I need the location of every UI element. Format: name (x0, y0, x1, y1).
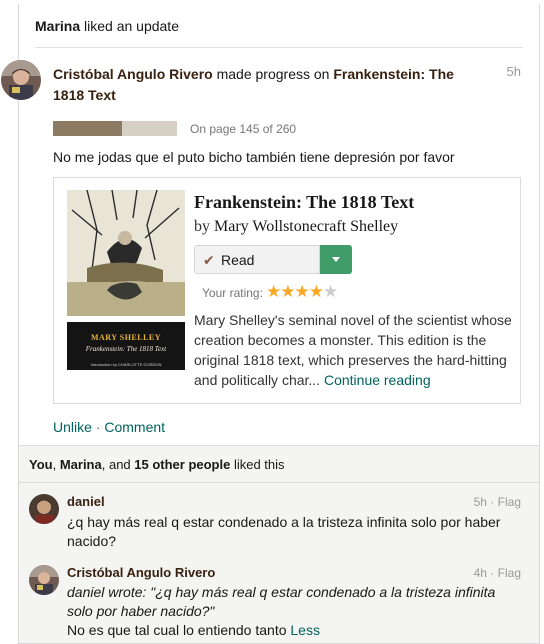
commenter-avatar[interactable] (29, 565, 59, 595)
comment-meta: 4h · Flag (474, 566, 521, 580)
book-author-line: by Mary Wollstonecraft Shelley (194, 218, 398, 236)
update-actions: Unlike · Comment (53, 419, 165, 435)
flag-link[interactable]: Flag (498, 495, 521, 509)
action-separator: · (91, 419, 105, 435)
divider (19, 482, 539, 483)
cover-author-text: MARY SHELLEY (90, 333, 162, 342)
book-title[interactable]: Frankenstein: The 1818 Text (194, 192, 414, 213)
meta-separator: · (486, 566, 498, 580)
check-icon: ✔ (203, 252, 215, 268)
progress-text: On page 145 of 260 (190, 122, 297, 136)
star-icon[interactable]: ★ (323, 282, 338, 301)
rating-stars[interactable]: ★★★★★ (266, 282, 338, 302)
update-timestamp[interactable]: 5h (507, 64, 521, 79)
likes-suffix: liked this (230, 457, 285, 472)
reading-progress-fill (53, 121, 123, 136)
likes-you[interactable]: You (29, 457, 53, 472)
status-text: No me jodas que el puto bicho también ti… (53, 149, 455, 165)
progress-update-line: Cristóbal Angulo Rivero made progress on… (53, 64, 473, 106)
comment-author-link[interactable]: Cristóbal Angulo Rivero (67, 565, 215, 580)
shelf-status-label: Read (221, 252, 255, 268)
cover-title-text: Frankenstein: The 1818 Text (85, 345, 167, 353)
likes-others-link[interactable]: 15 other people (134, 457, 230, 472)
likes-marina[interactable]: Marina (60, 457, 102, 472)
divider (35, 47, 523, 48)
star-icon[interactable]: ★ (266, 282, 281, 301)
star-icon[interactable]: ★ (295, 282, 310, 301)
star-icon[interactable]: ★ (309, 282, 324, 301)
actor-name-link[interactable]: Cristóbal Angulo Rivero (53, 66, 213, 82)
unlike-link[interactable]: Unlike (53, 419, 92, 435)
book-author-link[interactable]: Mary Wollstonecraft Shelley (214, 218, 398, 235)
book-description: Mary Shelley's seminal novel of the scie… (194, 310, 514, 390)
book-preview-box: MARY SHELLEY Frankenstein: The 1818 Text… (53, 177, 521, 404)
comment-time[interactable]: 4h (474, 566, 487, 580)
update-verb: made progress on (212, 66, 334, 82)
book-author-by: by (194, 218, 214, 235)
comment-time[interactable]: 5h (474, 495, 487, 509)
shelf-status-button[interactable]: ✔ Read (194, 245, 320, 274)
liker-name[interactable]: Marina (35, 18, 80, 34)
shelf-dropdown-button[interactable] (320, 245, 352, 274)
continue-reading-link[interactable]: Continue reading (324, 372, 431, 388)
liker-action: liked an update (80, 18, 179, 34)
liked-update-header: Marina liked an update (35, 18, 179, 34)
cover-intro-text: Introduction by CHARLOTTE GORDON (90, 362, 162, 367)
caret-down-icon (332, 257, 340, 262)
comment-link[interactable]: Comment (104, 419, 165, 435)
comment-body: ¿q hay más real q estar condenado a la t… (67, 514, 501, 549)
update-card: Marina liked an update Cristóbal Angulo … (1, 4, 540, 644)
likes-summary: You, Marina, and 15 other people liked t… (29, 457, 285, 472)
less-link[interactable]: Less (290, 622, 320, 638)
likes-and: , and (101, 457, 135, 472)
comment-quote: daniel wrote: "¿q hay más real q estar c… (67, 584, 496, 619)
meta-separator: · (486, 495, 498, 509)
reading-progress-bar (53, 121, 177, 136)
likes-sep: , (52, 457, 60, 472)
book-cover[interactable]: MARY SHELLEY Frankenstein: The 1818 Text… (67, 190, 185, 370)
comment-author-link[interactable]: daniel (67, 494, 105, 509)
commenter-avatar[interactable] (29, 494, 59, 524)
comment-reply-line: No es que tal cual lo entiendo tanto Les… (67, 621, 507, 640)
comment-reply-text: No es que tal cual lo entiendo tanto (67, 622, 291, 638)
comment-meta: 5h · Flag (474, 495, 521, 509)
actor-avatar[interactable] (1, 60, 41, 100)
star-icon[interactable]: ★ (280, 282, 295, 301)
likes-and-comments: You, Marina, and 15 other people liked t… (19, 445, 539, 644)
flag-link[interactable]: Flag (498, 566, 521, 580)
rating-label: Your rating: (202, 286, 263, 300)
comment-body: daniel wrote: "¿q hay más real q estar c… (67, 583, 507, 640)
